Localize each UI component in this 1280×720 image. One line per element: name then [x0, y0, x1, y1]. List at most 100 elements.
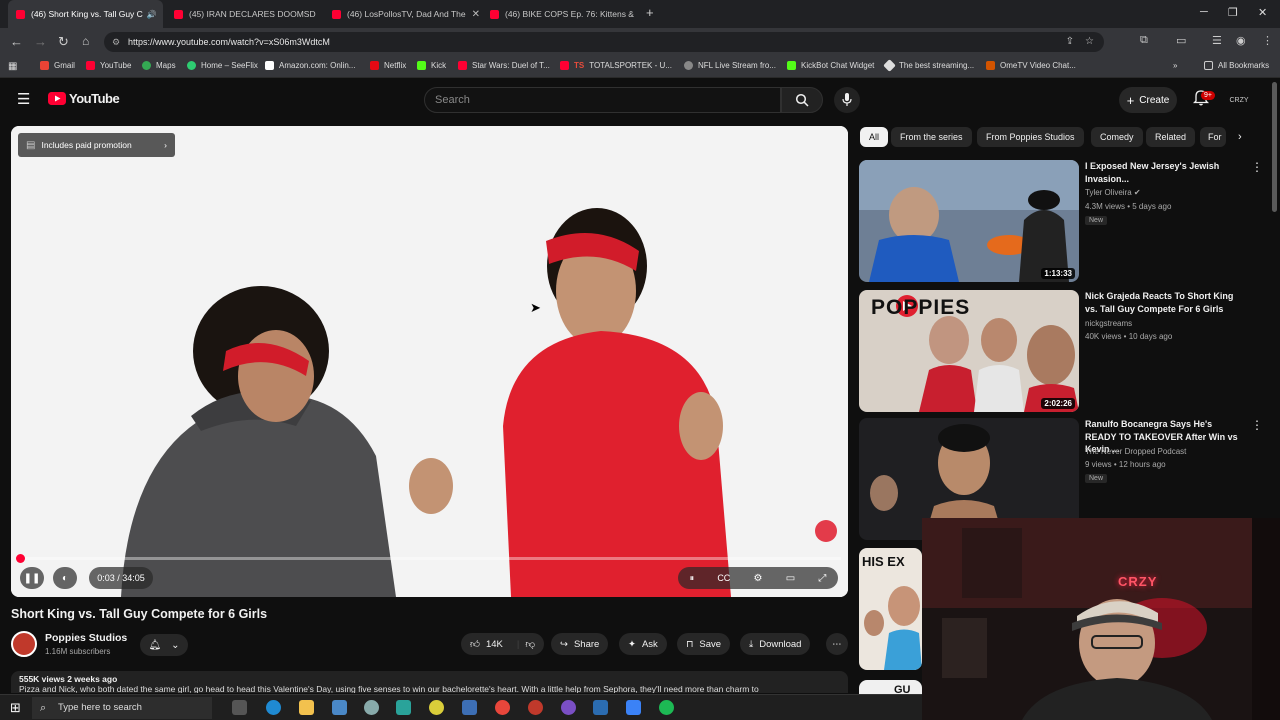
- windows-start-icon[interactable]: ⊞: [10, 700, 21, 716]
- bookmark-ometv[interactable]: OmeTV Video Chat...: [986, 61, 1076, 70]
- recommendation-title[interactable]: Nick Grajeda Reacts To Short King vs. Ta…: [1085, 290, 1245, 315]
- channel-name[interactable]: Poppies Studios: [45, 632, 127, 644]
- recommendation-channel[interactable]: Tyler Oliveira ✔: [1085, 188, 1141, 197]
- all-bookmarks-folder[interactable]: All Bookmarks: [1204, 61, 1269, 70]
- forward-icon[interactable]: →: [34, 34, 47, 49]
- recommendation-item[interactable]: 1:13:33 I Exposed New Jersey's Jewish In…: [859, 160, 1269, 282]
- youtube-logo[interactable]: YouTube: [48, 91, 120, 106]
- captions-icon[interactable]: CC: [717, 573, 730, 583]
- bookmark-seeflix[interactable]: Home – SeeFlix: [187, 61, 258, 70]
- url-field[interactable]: ⚙ https://www.youtube.com/watch?v=xS06m3…: [104, 32, 1104, 52]
- voice-search-button[interactable]: [834, 87, 860, 113]
- recommendation-channel[interactable]: The Never Dropped Podcast: [1085, 447, 1186, 456]
- bookmark-netflix[interactable]: Netflix: [370, 61, 406, 70]
- store-icon[interactable]: [332, 700, 347, 715]
- recommendation-title[interactable]: I Exposed New Jersey's Jewish Invasion..…: [1085, 160, 1245, 185]
- bookmark-youtube[interactable]: YouTube: [86, 61, 131, 70]
- bookmark-star-icon[interactable]: ☆: [1085, 32, 1094, 52]
- like-button[interactable]: 👍︎ 14K: [470, 638, 503, 651]
- app-icon[interactable]: [462, 700, 477, 715]
- subscription-bell-button[interactable]: 🔔︎ ⌄: [140, 634, 188, 656]
- sidebar-icon[interactable]: ▭: [1176, 34, 1186, 47]
- search-input[interactable]: Search: [424, 87, 781, 113]
- edge-icon[interactable]: [266, 700, 281, 715]
- file-explorer-icon[interactable]: [299, 700, 314, 715]
- pause-button[interactable]: ❚❚: [20, 567, 44, 589]
- chip-from-the-series[interactable]: From the series: [891, 127, 972, 147]
- back-icon[interactable]: ←: [10, 34, 23, 49]
- bookmark-nfl[interactable]: NFL Live Stream fro...: [684, 61, 776, 70]
- channel-avatar[interactable]: [11, 631, 37, 657]
- hamburger-menu-icon[interactable]: ☰: [17, 90, 30, 108]
- description-box[interactable]: 555K views 2 weeks ago Pizza and Nick, w…: [11, 671, 848, 693]
- chip-from-poppies-studios[interactable]: From Poppies Studios: [977, 127, 1084, 147]
- maximize-icon[interactable]: ❐: [1228, 6, 1238, 19]
- bookmark-maps[interactable]: Maps: [142, 61, 176, 70]
- more-bookmarks-chevron-icon[interactable]: »: [1173, 61, 1177, 70]
- site-info-icon[interactable]: ⚙: [112, 32, 120, 52]
- video-thumbnail[interactable]: HIS EX: [859, 548, 922, 670]
- reload-icon[interactable]: ↻: [58, 34, 69, 50]
- video-thumbnail[interactable]: 1:13:33: [859, 160, 1079, 282]
- chips-next-chevron-icon[interactable]: ›: [1238, 131, 1242, 143]
- close-tab-icon[interactable]: ✕: [157, 9, 164, 20]
- browser-tab-2[interactable]: (45) IRAN DECLARES DOOMSD ✕: [166, 0, 321, 28]
- app-icon[interactable]: [429, 700, 444, 715]
- app-icon[interactable]: [364, 700, 379, 715]
- theater-mode-icon[interactable]: ▭: [786, 573, 795, 584]
- chip-related[interactable]: Related: [1146, 127, 1196, 147]
- account-avatar[interactable]: CRZY: [1226, 90, 1252, 110]
- kebab-menu-icon[interactable]: ⋮: [1262, 34, 1273, 47]
- recommendation-menu-icon[interactable]: ⋮: [1251, 418, 1263, 432]
- share-button[interactable]: ↪ Share: [551, 633, 609, 655]
- new-tab-button[interactable]: +: [646, 5, 654, 20]
- download-button[interactable]: ⤓ Download: [740, 633, 811, 655]
- save-button[interactable]: ⊓ Save: [677, 633, 731, 655]
- video-thumbnail[interactable]: POPPIES 2:02:26: [859, 290, 1079, 412]
- ask-button[interactable]: ✦ Ask: [619, 633, 667, 655]
- menu-lines-icon[interactable]: ☰: [1212, 34, 1222, 47]
- settings-gear-icon[interactable]: ⚙: [754, 573, 763, 584]
- close-tab-icon[interactable]: ✕: [634, 9, 637, 20]
- volume-button[interactable]: ◐: [53, 567, 77, 589]
- chip-all[interactable]: All: [860, 127, 889, 147]
- bookmark-gmail[interactable]: Gmail: [40, 61, 75, 70]
- app-icon[interactable]: [626, 700, 641, 715]
- chrome-icon[interactable]: [495, 700, 510, 715]
- browser-tab-1[interactable]: (46) Short King vs. Tall Guy C 🔊 ✕: [8, 0, 163, 28]
- taskbar-search-field[interactable]: ⌕ Type here to search: [32, 697, 212, 719]
- autoplay-toggle-icon[interactable]: ⏸: [690, 573, 695, 584]
- close-window-icon[interactable]: ✕: [1258, 6, 1267, 19]
- bookmark-kick[interactable]: Kick: [417, 61, 446, 70]
- apps-grid-icon[interactable]: ▦: [8, 61, 17, 72]
- page-scrollbar[interactable]: [1272, 82, 1277, 212]
- spotify-icon[interactable]: [659, 700, 674, 715]
- task-view-icon[interactable]: [232, 700, 247, 715]
- fullscreen-icon[interactable]: ⤢: [818, 573, 826, 584]
- bookmark-amazon[interactable]: Amazon.com: Onlin...: [265, 61, 355, 70]
- bookmark-totalsportek[interactable]: TS TOTALSPORTEK - U...: [560, 61, 672, 70]
- recommendation-item[interactable]: POPPIES 2:02:26 Nick Grajeda Reacts To S…: [859, 290, 1269, 412]
- profile-icon[interactable]: ◉: [1236, 34, 1246, 47]
- discord-icon[interactable]: [561, 700, 576, 715]
- browser-tab-3[interactable]: (46) LosPollosTV, Dad And The ✕: [324, 0, 479, 28]
- minimize-icon[interactable]: ─: [1200, 6, 1208, 18]
- obs-icon[interactable]: [528, 700, 543, 715]
- paid-promotion-badge[interactable]: ▤ Includes paid promotion ›: [18, 133, 175, 157]
- recommendation-menu-icon[interactable]: ⋮: [1251, 160, 1263, 174]
- browser-tab-4[interactable]: (46) BIKE COPS Ep. 76: Kittens & ✕: [482, 0, 637, 28]
- video-player[interactable]: ▤ Includes paid promotion › ➤ ❚❚ ◐ 0:03 …: [11, 126, 848, 597]
- home-icon[interactable]: ⌂: [82, 34, 89, 48]
- steam-icon[interactable]: [593, 700, 608, 715]
- search-button[interactable]: [781, 87, 823, 113]
- create-button[interactable]: + Create: [1119, 87, 1177, 113]
- thumbs-down-icon[interactable]: 👎︎: [525, 638, 535, 650]
- recommendation-channel[interactable]: nickgstreams: [1085, 319, 1132, 328]
- more-actions-button[interactable]: ⋯: [826, 633, 848, 655]
- install-icon[interactable]: ⇪: [1066, 32, 1074, 52]
- progress-bar[interactable]: [16, 554, 841, 563]
- extensions-icon[interactable]: ⧉: [1140, 34, 1148, 47]
- bookmark-streaming[interactable]: The best streaming...: [883, 59, 974, 72]
- chip-comedy[interactable]: Comedy: [1091, 127, 1143, 147]
- close-tab-icon[interactable]: ✕: [316, 9, 321, 20]
